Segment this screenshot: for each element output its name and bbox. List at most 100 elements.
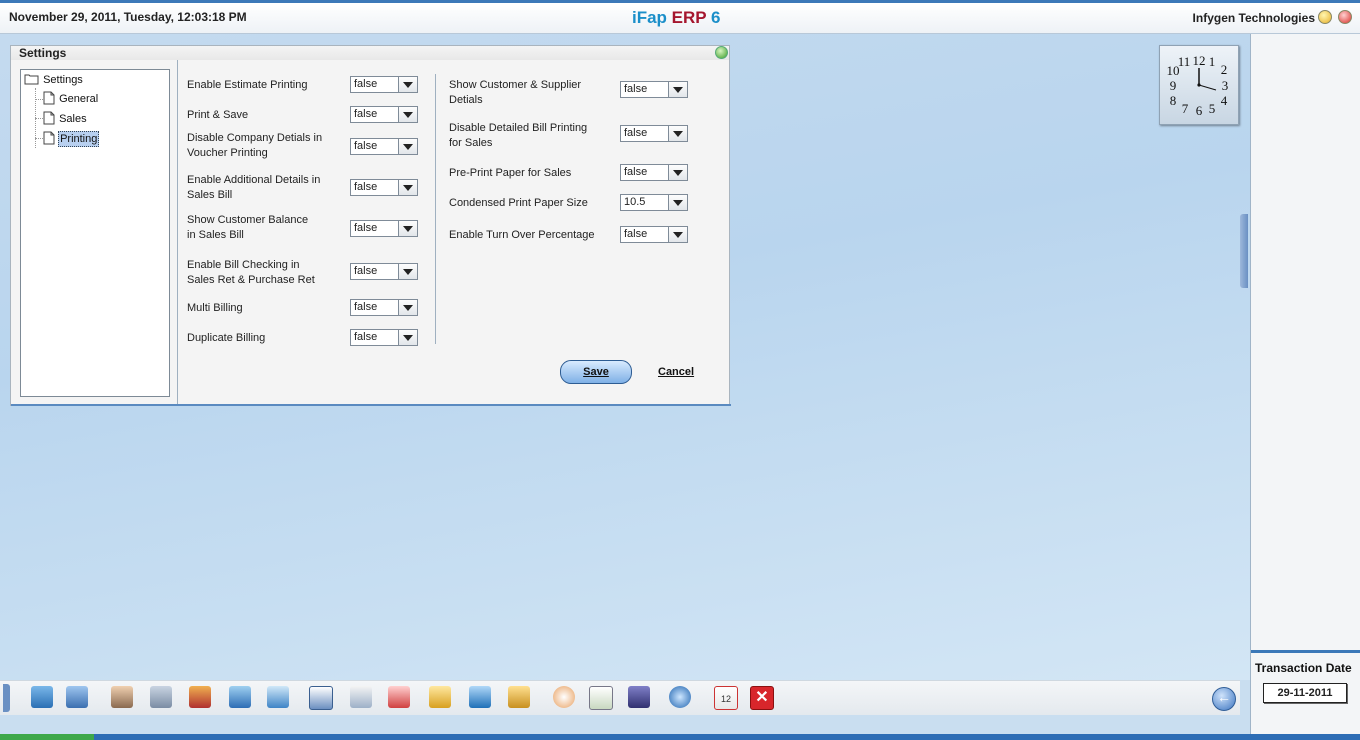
- clock-numeral: 12: [1193, 53, 1206, 68]
- cancel-button[interactable]: Cancel: [658, 366, 694, 378]
- duplicate-billing-select[interactable]: false: [350, 329, 418, 346]
- chevron-down-icon[interactable]: [668, 195, 687, 210]
- option-label-estimate-printing: Enable Estimate Printing: [187, 79, 308, 91]
- books-icon[interactable]: [189, 686, 211, 708]
- select-value: false: [354, 78, 378, 90]
- option-label-duplicate-billing: Duplicate Billing: [187, 332, 266, 344]
- chevron-down-icon[interactable]: [398, 139, 417, 154]
- dialog-status-icon[interactable]: [715, 46, 728, 59]
- target-icon[interactable]: [553, 686, 575, 708]
- tree-connector: [35, 99, 43, 100]
- employee-icon[interactable]: [111, 686, 133, 708]
- multi-billing-select[interactable]: false: [350, 299, 418, 316]
- chevron-down-icon[interactable]: [398, 180, 417, 195]
- calendar-icon[interactable]: 12: [714, 686, 738, 710]
- estimate-printing-select[interactable]: false: [350, 76, 418, 93]
- detailed-bill-printing-select[interactable]: false: [620, 125, 688, 142]
- clock-numeral: 1: [1209, 54, 1216, 69]
- dialog-bottom-border: [11, 404, 731, 406]
- pre-print-paper-select[interactable]: false: [620, 164, 688, 181]
- select-value: false: [354, 331, 378, 343]
- option-label-disable-company-details: Disable Company Detials in Voucher Print…: [187, 132, 323, 159]
- tree-node-sales[interactable]: Sales: [43, 111, 88, 125]
- option-label-additional-details: Enable Additional Details in Sales Bill: [187, 174, 321, 201]
- package-icon[interactable]: [508, 686, 530, 708]
- document-icon: [43, 131, 55, 145]
- select-value: false: [354, 181, 378, 193]
- select-value: false: [354, 301, 378, 313]
- inventory-icon[interactable]: [31, 686, 53, 708]
- transaction-date-field[interactable]: 29-11-2011: [1263, 683, 1347, 703]
- chevron-down-icon[interactable]: [668, 227, 687, 242]
- shapes-icon[interactable]: [469, 686, 491, 708]
- turn-over-percentage-select[interactable]: false: [620, 226, 688, 243]
- tree-connector: [35, 138, 43, 139]
- user-icon[interactable]: [66, 686, 88, 708]
- chevron-down-icon[interactable]: [668, 126, 687, 141]
- datetime-display: November 29, 2011, Tuesday, 12:03:18 PM: [9, 10, 247, 24]
- cart-icon[interactable]: [229, 686, 251, 708]
- tree-node-label: General: [59, 93, 99, 105]
- option-label-turn-over-percentage: Enable Turn Over Percentage: [449, 229, 595, 241]
- chevron-down-icon[interactable]: [668, 165, 687, 180]
- tree-node-settings[interactable]: Settings: [24, 73, 84, 86]
- minimize-button[interactable]: [1318, 10, 1332, 24]
- clock-numeral: 8: [1170, 93, 1177, 108]
- tree-icon[interactable]: [429, 686, 451, 708]
- additional-details-select[interactable]: false: [350, 179, 418, 196]
- select-value: false: [624, 166, 648, 178]
- panel-divider: [177, 60, 178, 405]
- disable-company-details-select[interactable]: false: [350, 138, 418, 155]
- report-icon[interactable]: [350, 686, 372, 708]
- chevron-down-icon[interactable]: [668, 82, 687, 97]
- bill-checking-select[interactable]: false: [350, 263, 418, 280]
- chevron-down-icon[interactable]: [398, 107, 417, 122]
- clock-numeral: 9: [1170, 78, 1177, 93]
- condensed-paper-size-select[interactable]: 10.5: [620, 194, 688, 211]
- clock-numeral: 5: [1209, 101, 1216, 116]
- option-label-pre-print-paper: Pre-Print Paper for Sales: [449, 167, 572, 179]
- settings-tree: Settings General Sales Printing: [20, 69, 170, 397]
- clock-numeral: 7: [1182, 101, 1189, 116]
- back-arrow-icon[interactable]: [1212, 687, 1236, 711]
- save-button[interactable]: Save: [560, 360, 632, 384]
- refresh-icon[interactable]: [267, 686, 289, 708]
- app-title-erp: ERP: [671, 8, 712, 27]
- option-label-customer-balance: Show Customer Balance in Sales Bill: [187, 214, 309, 241]
- option-label-customer-supplier-details: Show Customer & Supplier Detials: [449, 79, 582, 106]
- clock-center: [1197, 83, 1201, 87]
- print-save-select[interactable]: false: [350, 106, 418, 123]
- folder-icon: [24, 74, 39, 85]
- customer-balance-select[interactable]: false: [350, 220, 418, 237]
- select-value: false: [354, 108, 378, 120]
- clock-minute-hand: [1198, 84, 1217, 91]
- network-icon[interactable]: [150, 686, 172, 708]
- option-label-detailed-bill-printing: Disable Detailed Bill Printing for Sales: [449, 122, 588, 149]
- close-app-button[interactable]: [1338, 10, 1352, 24]
- select-value: false: [624, 83, 648, 95]
- close-icon[interactable]: ✕: [750, 686, 774, 710]
- chevron-down-icon[interactable]: [398, 330, 417, 345]
- status-bar: [0, 734, 1360, 740]
- chevron-down-icon[interactable]: [398, 264, 417, 279]
- tree-node-label: Sales: [59, 113, 87, 125]
- tree-node-printing[interactable]: Printing: [43, 131, 100, 147]
- clock-numeral: 11: [1178, 54, 1191, 69]
- save-disk-icon[interactable]: [628, 686, 650, 708]
- chevron-down-icon[interactable]: [398, 221, 417, 236]
- calculator-icon[interactable]: [589, 686, 613, 710]
- side-panel-toggle[interactable]: [1240, 214, 1248, 288]
- gear-icon[interactable]: [669, 686, 691, 708]
- chevron-down-icon[interactable]: [398, 300, 417, 315]
- window-icon[interactable]: [309, 686, 333, 710]
- customer-supplier-details-select[interactable]: false: [620, 81, 688, 98]
- document-icon: [43, 111, 55, 125]
- toolbar-scroll-left[interactable]: [3, 684, 10, 712]
- chart-icon[interactable]: [388, 686, 410, 708]
- clock-numeral: 3: [1222, 78, 1229, 93]
- tree-node-general[interactable]: General: [43, 91, 99, 105]
- chevron-down-icon[interactable]: [398, 77, 417, 92]
- clock-widget: 12 1 2 3 4 5 6 7 8 9 10 11: [1159, 45, 1239, 125]
- clock-face: 12 1 2 3 4 5 6 7 8 9 10 11: [1167, 53, 1229, 118]
- tree-connector: [35, 118, 43, 119]
